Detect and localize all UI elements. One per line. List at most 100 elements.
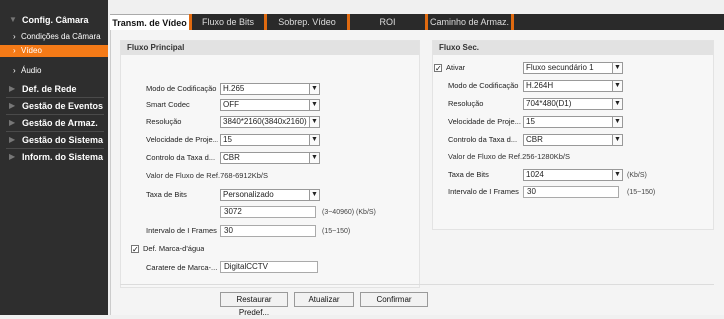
chevron-down-icon: ▼ [309, 153, 319, 163]
tab-storage-path[interactable]: Caminho de Armaz. [428, 14, 511, 30]
sub-resolution-value: 704*480(D1) [526, 99, 571, 108]
bitrate-mode-value: Personalizado [223, 190, 274, 199]
sub-stream-enable-label: Ativar [446, 62, 465, 74]
encoding-value: H.265 [223, 84, 244, 93]
ref-bitrate-text: Valor de Fluxo de Ref.768-6912Kb/S [146, 170, 268, 182]
sidebar-item-network[interactable]: ▶ Def. de Rede [0, 81, 108, 97]
bitrate-input[interactable]: 3072 [220, 206, 316, 218]
collapse-arrow-icon: ▼ [9, 12, 17, 28]
sub-bitrate-select[interactable]: 1024▼ [523, 169, 623, 181]
chevron-down-icon: ▼ [309, 117, 319, 127]
tab-bitstream[interactable]: Fluxo de Bits [192, 14, 264, 30]
sidebar-item-video[interactable]: › Vídeo [0, 45, 108, 57]
sidebar-item-label: Gestão do Sistema [22, 135, 103, 145]
sub-stream-enable-checkbox[interactable]: ✓ [434, 64, 442, 72]
sidebar-item-camera-settings[interactable]: ▼ Config. Câmara [0, 12, 108, 28]
watermark-label: Def. Marca-d'água [143, 243, 204, 255]
expand-arrow-icon: ▶ [9, 98, 15, 114]
confirm-button[interactable]: Confirmar [360, 292, 428, 307]
sub-frame-rate-label: Velocidade de Proje... [448, 116, 521, 128]
resolution-select[interactable]: 3840*2160(3840x2160)▼ [220, 116, 320, 128]
sidebar-item-storage-mgmt[interactable]: ▶ Gestão de Armaz. [0, 115, 108, 131]
checkmark-icon: ✓ [132, 245, 139, 254]
expand-arrow-icon: ▶ [9, 115, 15, 131]
chevron-down-icon: ▼ [612, 117, 622, 127]
sub-iframe-interval-input[interactable]: 30 [523, 186, 619, 198]
frame-rate-label: Velocidade de Proje... [146, 134, 218, 146]
tab-overlay[interactable]: Sobrep. Vídeo [267, 14, 347, 30]
sidebar-item-camera-conditions[interactable]: › Condições da Câmara [0, 31, 108, 43]
sub-stream-value: Fluxo secundário 1 [526, 63, 594, 72]
frame-rate-value: 15 [223, 135, 232, 144]
sub-frame-rate-value: 15 [526, 117, 535, 126]
tab-roi[interactable]: ROI [350, 14, 425, 30]
chevron-down-icon: ▼ [309, 84, 319, 94]
watermark-text-label: Caratere de Marca-... [146, 262, 218, 274]
bitrate-control-select[interactable]: CBR ▼ [220, 152, 320, 164]
bitrate-control-value: CBR [223, 153, 240, 162]
sub-iframe-range-hint: (15~150) [627, 187, 655, 199]
sub-bitrate-unit: (Kb/S) [627, 170, 647, 182]
expand-arrow-icon: ▶ [9, 132, 15, 148]
sub-resolution-label: Resolução [448, 98, 521, 110]
bitrate-control-label: Controlo da Taxa d... [146, 152, 218, 164]
iframe-interval-label: Intervalo de I Frames [146, 225, 218, 237]
encoding-label: Modo de Codificação [146, 83, 218, 95]
sub-iframe-interval-label: Intervalo de I Frames [448, 186, 521, 198]
footer-divider [120, 284, 714, 285]
tab-separator [511, 14, 514, 30]
expand-arrow-icon: ▶ [9, 81, 15, 97]
sub-stream-title: Fluxo Sec. [433, 41, 713, 55]
chevron-right-icon: › [13, 45, 16, 57]
sidebar-item-label: Condições da Câmara [21, 32, 101, 41]
bitrate-range-hint: (3~40960) (Kb/S) [322, 207, 376, 219]
frame-rate-select[interactable]: 15 ▼ [220, 134, 320, 146]
sub-bitrate-control-select[interactable]: CBR▼ [523, 134, 623, 146]
smart-codec-value: OFF [223, 100, 239, 109]
sidebar-item-label: Config. Câmara [22, 15, 89, 25]
sub-encoding-value: H.264H [526, 81, 553, 90]
sub-bitrate-control-label: Controlo da Taxa d... [448, 134, 521, 146]
sub-ref-bitrate-text: Valor de Fluxo de Ref.256-1280Kb/S [448, 151, 570, 163]
expand-arrow-icon: ▶ [9, 149, 15, 165]
sidebar-item-label: Gestão de Armaz. [22, 118, 98, 128]
resolution-label: Resolução [146, 116, 218, 128]
sub-encoding-label: Modo de Codificação [448, 80, 521, 92]
watermark-text-input[interactable]: DigitalCCTV [220, 261, 318, 273]
smart-codec-select[interactable]: OFF ▼ [220, 99, 320, 111]
sub-resolution-select[interactable]: 704*480(D1) ▼ [523, 98, 623, 110]
sub-frame-rate-select[interactable]: 15 ▼ [523, 116, 623, 128]
sub-encoding-select[interactable]: H.264H ▼ [523, 80, 623, 92]
sub-bitrate-label: Taxa de Bits [448, 169, 521, 181]
chevron-down-icon: ▼ [612, 99, 622, 109]
sub-bitrate-value: 1024 [526, 170, 544, 179]
chevron-down-icon: ▼ [612, 81, 622, 91]
sidebar: ▼ Config. Câmara › Condições da Câmara ›… [0, 0, 108, 315]
sidebar-item-label: Inform. do Sistema [22, 152, 103, 162]
sidebar-item-label: Gestão de Eventos [22, 101, 103, 111]
sidebar-item-system-info[interactable]: ▶ Inform. do Sistema [0, 149, 108, 165]
chevron-right-icon: › [13, 65, 16, 77]
sidebar-item-label: Vídeo [21, 46, 42, 55]
restore-defaults-button[interactable]: Restaurar Predef... [220, 292, 288, 307]
tab-video-stream[interactable]: Transm. de Vídeo [110, 14, 189, 30]
watermark-checkbox[interactable]: ✓ [131, 245, 139, 253]
chevron-down-icon: ▼ [612, 63, 622, 73]
sidebar-item-audio[interactable]: › Áudio [0, 65, 108, 77]
sidebar-item-event-mgmt[interactable]: ▶ Gestão de Eventos [0, 98, 108, 114]
chevron-down-icon: ▼ [309, 100, 319, 110]
chevron-down-icon: ▼ [309, 135, 319, 145]
smart-codec-label: Smart Codec [146, 99, 218, 111]
sidebar-item-label: Def. de Rede [22, 84, 77, 94]
bitrate-mode-select[interactable]: Personalizado▼ [220, 189, 320, 201]
checkmark-icon: ✓ [435, 64, 442, 73]
iframe-interval-input[interactable]: 30 [220, 225, 316, 237]
bitrate-label: Taxa de Bits [146, 189, 218, 201]
iframe-range-hint: (15~150) [322, 226, 350, 238]
sub-stream-select[interactable]: Fluxo secundário 1 ▼ [523, 62, 623, 74]
encoding-select[interactable]: H.265 ▼ [220, 83, 320, 95]
resolution-value: 3840*2160(3840x2160) [223, 117, 307, 126]
sub-bitrate-control-value: CBR [526, 135, 543, 144]
refresh-button[interactable]: Atualizar [294, 292, 354, 307]
sidebar-item-system-mgmt[interactable]: ▶ Gestão do Sistema [0, 132, 108, 148]
